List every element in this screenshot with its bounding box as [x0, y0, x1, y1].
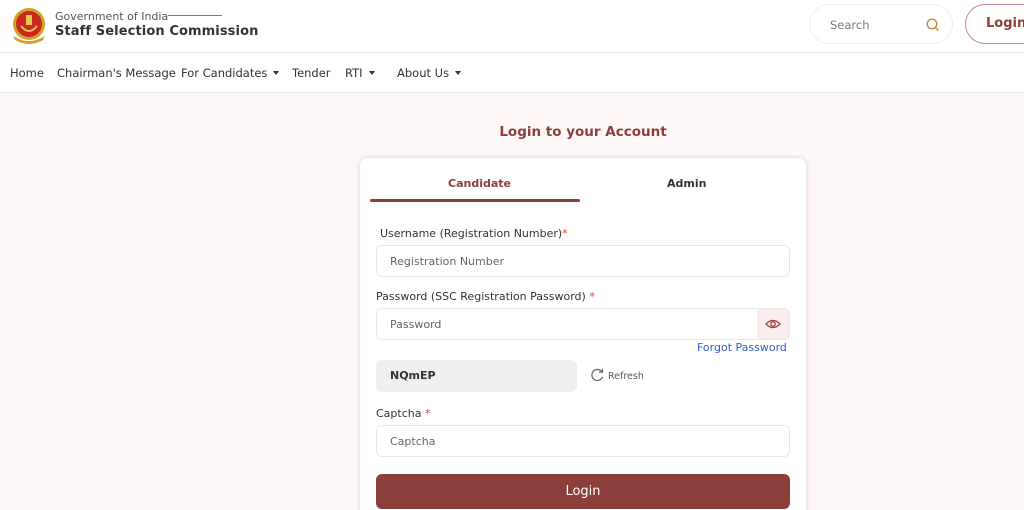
username-label: Username (Registration Number)* [380, 227, 568, 240]
search-placeholder: Search [830, 18, 870, 32]
password-placeholder: Password [390, 318, 442, 331]
tab-admin[interactable]: Admin [667, 177, 706, 190]
refresh-captcha-button[interactable]: Refresh [590, 368, 644, 382]
captcha-input[interactable]: Captcha [376, 425, 790, 457]
captcha-placeholder: Captcha [390, 435, 436, 448]
refresh-icon [591, 368, 604, 382]
active-tab-indicator [370, 199, 580, 202]
caret-down-icon [368, 71, 375, 75]
page-title: Login to your Account [499, 124, 667, 140]
nav-item-tender[interactable]: Tender [292, 66, 331, 80]
ssc-logo-icon[interactable] [9, 6, 49, 46]
site-header: Government of India Staff Selection Comm… [0, 0, 1024, 53]
captcha-value: NQmEP [390, 369, 436, 382]
login-card: Candidate Admin Username (Registration N… [360, 158, 806, 510]
password-input[interactable]: Password [376, 308, 790, 340]
eye-icon [765, 319, 781, 329]
username-input[interactable]: Registration Number [376, 245, 790, 277]
caret-down-icon [455, 71, 462, 75]
nav-item-home[interactable]: Home [10, 66, 44, 80]
caret-down-icon [273, 71, 280, 75]
password-label: Password (SSC Registration Password) * [376, 290, 595, 303]
nav-item-about-us[interactable]: About Us [397, 66, 462, 80]
main-nav: Home Chairman's Message For Candidates T… [0, 54, 1024, 93]
toggle-password-visibility-button[interactable] [757, 309, 789, 339]
search-input[interactable]: Search [809, 4, 953, 44]
org-name: Staff Selection Commission [55, 24, 259, 39]
nav-item-rti[interactable]: RTI [345, 66, 375, 80]
username-placeholder: Registration Number [390, 255, 505, 268]
header-login-button[interactable]: Login [965, 4, 1024, 44]
tab-candidate[interactable]: Candidate [448, 177, 511, 190]
brand-divider [168, 15, 222, 16]
nav-item-for-candidates[interactable]: For Candidates [181, 66, 280, 80]
captcha-label: Captcha * [376, 407, 431, 420]
header-login-label: Login [986, 16, 1024, 31]
captcha-image: NQmEP [376, 360, 577, 392]
nav-item-chairmans-message[interactable]: Chairman's Message [57, 66, 176, 80]
forgot-password-link[interactable]: Forgot Password [697, 341, 787, 354]
search-icon[interactable] [926, 18, 940, 32]
login-submit-button[interactable]: Login [376, 474, 790, 509]
org-parent-name: Government of India [55, 10, 169, 23]
